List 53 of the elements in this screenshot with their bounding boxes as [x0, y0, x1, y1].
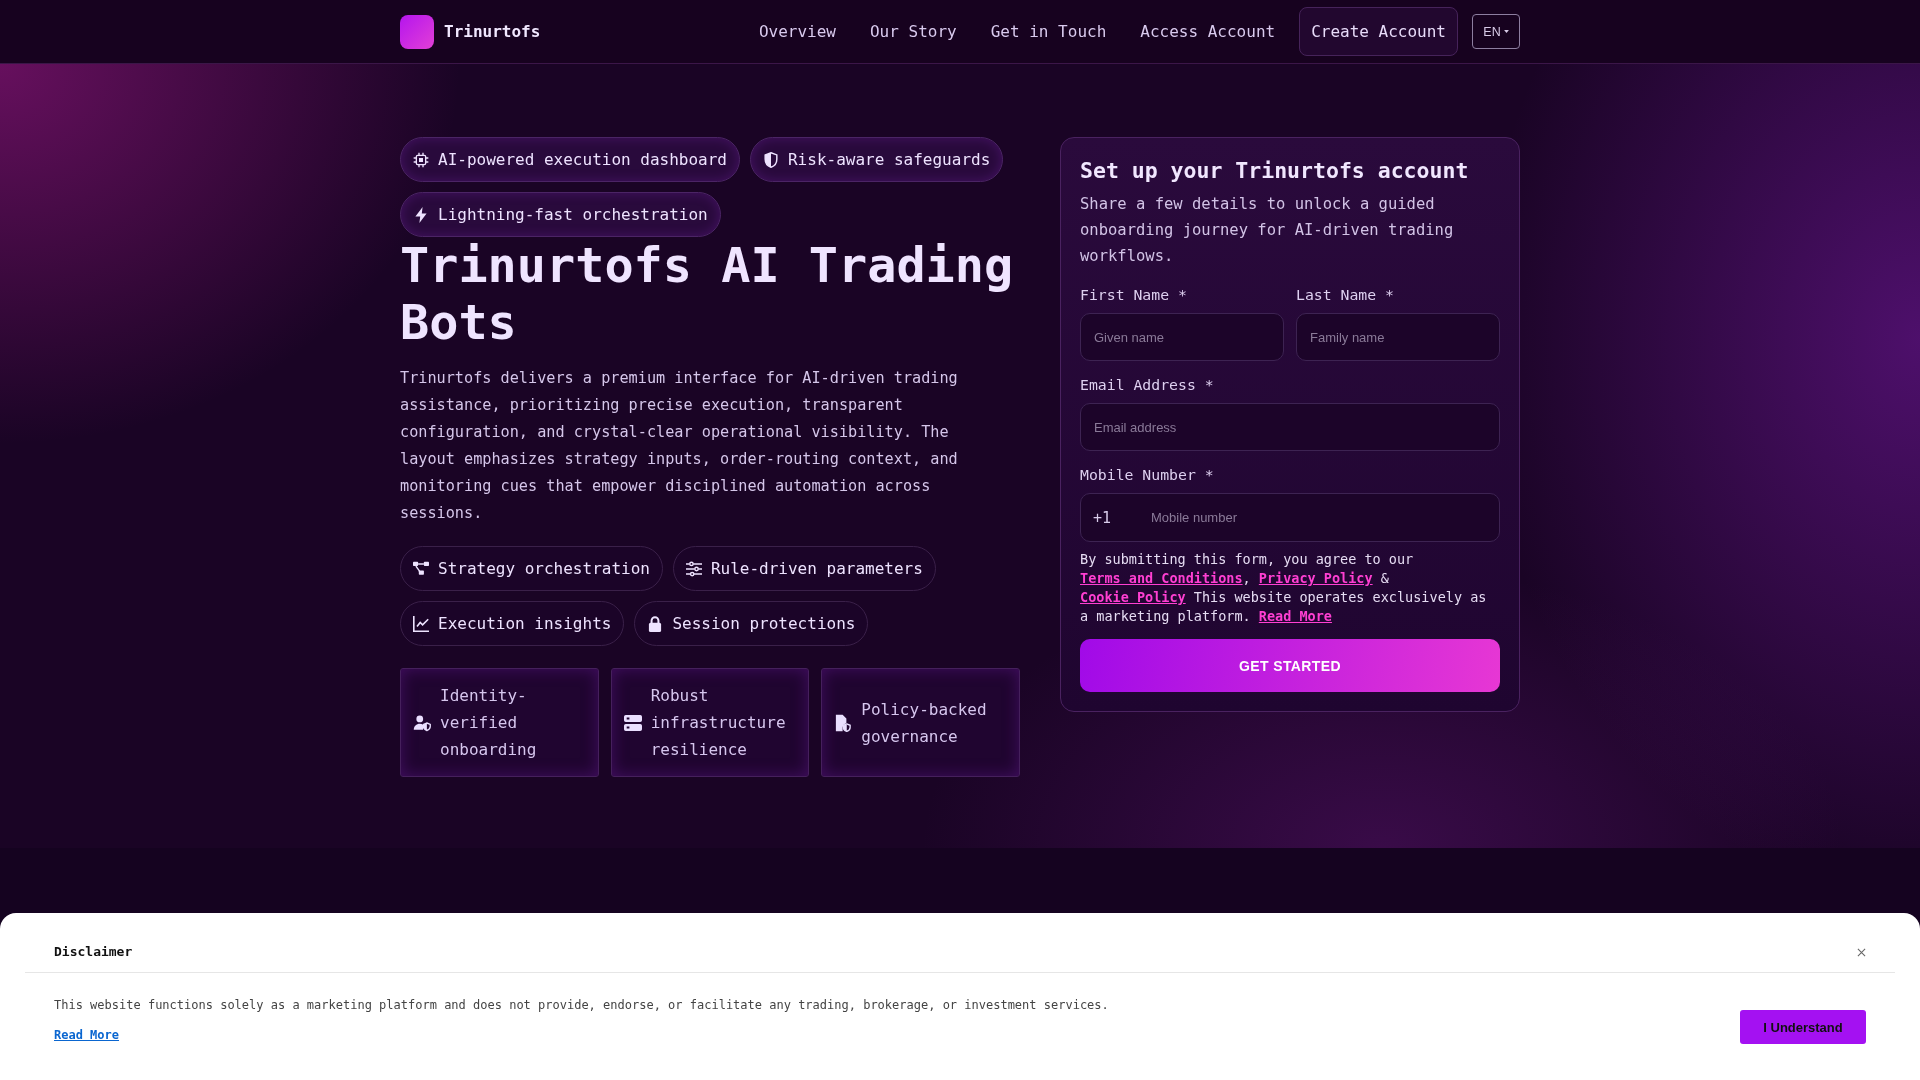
consent-text: By submitting this form, you agree to our Terms and Conditions, Privacy Policy & Cookie Policy This website operates exclusively as a marketing platform. Read More: [1080, 550, 1488, 626]
caret-icon: [1503, 30, 1509, 33]
name-field[interactable]: Given name: [1080, 313, 1284, 361]
pill-label: Risk-aware safeguards: [788, 150, 991, 169]
card-label: Robust infrastructure resilience: [650, 685, 787, 761]
shield-icon: [763, 151, 779, 168]
policy-link[interactable]: Terms and Conditions: [1080, 570, 1243, 586]
nav-link[interactable]: Overview: [741, 20, 853, 43]
field-label: Last Name *: [1296, 285, 1395, 305]
brand-name[interactable]: Trinurtofs: [444, 22, 541, 41]
card-label: Policy-backed governance: [861, 698, 988, 748]
chip-icon: [413, 151, 429, 168]
create-account-button[interactable]: Create Account: [1299, 7, 1458, 56]
hero-description: Trinurtofs delivers a premium interface for AI-driven trading assistance, prioritizing precise execution, transparent configuration, and crystal-clear operational visibility. The layout emphasizes strategy inputs, order-routing context, and monitoring cues that empower disciplined automation across sessions.: [400, 368, 959, 524]
user-shield-icon: [413, 713, 431, 732]
name-field[interactable]: Family name: [1296, 313, 1500, 361]
nodes-icon: [413, 560, 429, 577]
lightning-icon: [413, 206, 429, 223]
read-more-link[interactable]: Read More: [54, 1026, 120, 1044]
disclaimer-title: Disclaimer: [54, 943, 133, 961]
get-started-button[interactable]: GET STARTED: [1080, 639, 1500, 692]
pill-label: Session protections: [672, 614, 856, 633]
pill-label: Strategy orchestration: [438, 559, 650, 578]
sliders-icon: [685, 560, 702, 577]
lock-icon: [647, 615, 664, 632]
card-label: Identity-verified onboarding: [440, 685, 538, 761]
field-label: Mobile Number *: [1080, 465, 1215, 485]
pill-label: Rule-driven parameters: [710, 559, 923, 578]
country-code: +1: [1093, 508, 1112, 527]
pill-label: Execution insights: [438, 614, 612, 633]
disclaimer-text: This website functions solely as a marketing platform and does not provide, endorse, or facilitate any trading, brokerage, or investment services.: [54, 997, 1109, 1014]
logo-icon[interactable]: [400, 14, 434, 49]
close-button[interactable]: [1857, 947, 1866, 957]
understand-button[interactable]: I Understand: [1740, 1010, 1866, 1044]
hero-title: Trinurtofs AI Trading Bots: [400, 237, 1015, 351]
field-label: First Name *: [1080, 285, 1188, 305]
field-label: Email Address *: [1080, 375, 1215, 395]
policy-link[interactable]: Privacy Policy: [1258, 570, 1373, 586]
pill-label: Lightning-fast orchestration: [438, 205, 708, 224]
nav-link[interactable]: Get in Touch: [973, 20, 1124, 43]
server-icon: [623, 713, 642, 732]
line-chart-icon: [413, 615, 429, 632]
pill-label: AI-powered execution dashboard: [438, 150, 727, 169]
language-button[interactable]: EN: [1472, 14, 1520, 49]
close-icon: [1857, 947, 1866, 957]
policy-link[interactable]: Read More: [1258, 608, 1332, 624]
email-field[interactable]: Email address: [1080, 403, 1500, 451]
form-subtitle: Share a few details to unlock a guided onboarding journey for AI-driven trading workflows.: [1080, 194, 1455, 267]
policy-link[interactable]: Cookie Policy: [1080, 589, 1186, 605]
nav-link[interactable]: Access Account: [1123, 20, 1293, 43]
document-shield-icon: [834, 713, 853, 732]
form-title: Set up your Trinurtofs account: [1080, 157, 1470, 185]
nav-link[interactable]: Our Story: [853, 20, 974, 43]
